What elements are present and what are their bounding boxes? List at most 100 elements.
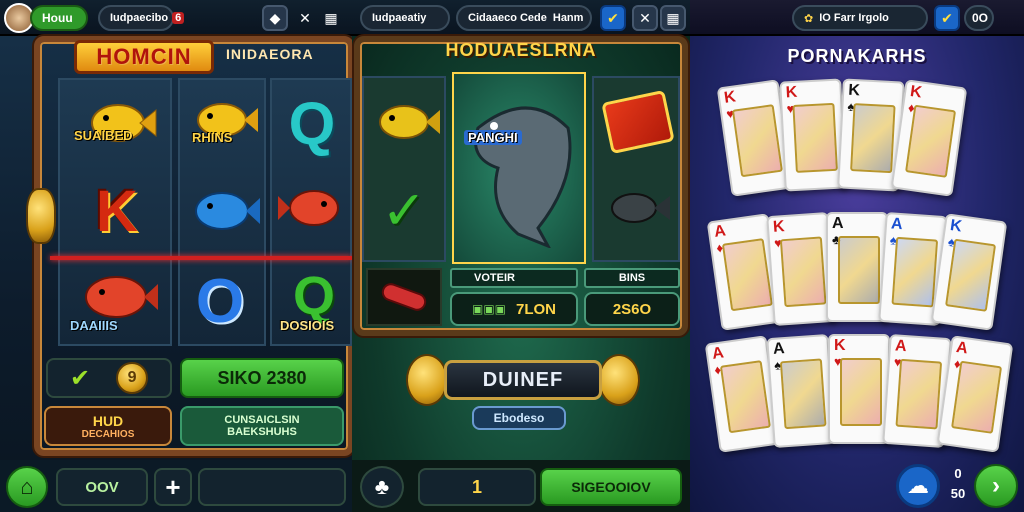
card-rank-text: A bbox=[890, 215, 904, 234]
grid-icon[interactable]: ▦ bbox=[660, 5, 686, 31]
hud-box[interactable]: HUD DECAHIOS bbox=[44, 406, 172, 446]
game-title: HOMCIN bbox=[74, 40, 214, 74]
card-face-art bbox=[895, 359, 943, 430]
close-icon[interactable]: ✕ bbox=[632, 5, 658, 31]
chevron-right-icon[interactable]: › bbox=[974, 464, 1018, 508]
action-button[interactable]: SIGEOOIOV bbox=[540, 468, 682, 506]
payline bbox=[50, 256, 352, 260]
card-rank-text: K bbox=[834, 337, 846, 354]
card-rank-text: K bbox=[772, 218, 786, 237]
q-symbol: Q bbox=[288, 89, 336, 157]
voter-label: VOTEIR bbox=[450, 268, 578, 288]
check-icon[interactable]: ✔ bbox=[934, 5, 960, 31]
card-rank-text: A bbox=[772, 340, 786, 359]
card-rank-text: A bbox=[894, 337, 908, 356]
sub-button[interactable]: Ebodeso bbox=[472, 406, 566, 430]
playing-card[interactable]: A ♠ bbox=[766, 334, 836, 449]
top-bar: ✿ IO Farr Irgolo ✔ 0O bbox=[690, 0, 1024, 36]
cards-panel: ✿ IO Farr Irgolo ✔ 0O PORNAKARHS K ♥ K ♥ K ♠ K… bbox=[690, 0, 1024, 512]
k-symbol: K bbox=[96, 178, 138, 244]
game-subtitle: INIDAEORA bbox=[226, 46, 314, 62]
hud-sub: DECAHIOS bbox=[81, 428, 135, 440]
card-rank-text: K bbox=[723, 88, 737, 107]
info-line1: CUNSAICLSIN bbox=[224, 414, 300, 426]
counter-pill: 0O bbox=[964, 5, 994, 31]
cloud-icon[interactable]: ☁ bbox=[896, 464, 940, 508]
card-rank-text: A bbox=[955, 338, 969, 358]
card-rank-text: K bbox=[909, 82, 923, 102]
big-fish-symbol bbox=[458, 88, 582, 248]
red-bone-symbol bbox=[366, 268, 442, 326]
bottom-field[interactable]: OOV bbox=[56, 468, 148, 506]
playing-card[interactable]: K ♥ bbox=[828, 334, 890, 444]
value-right: 2S6O bbox=[584, 292, 680, 326]
home-icon[interactable]: ⌂ bbox=[6, 466, 48, 508]
gold-fish-symbol bbox=[368, 92, 440, 152]
chip-icon[interactable]: ♣ bbox=[360, 466, 404, 508]
label-pill: ✿ IO Farr Irgolo bbox=[792, 5, 928, 31]
hud-title: HUD bbox=[92, 412, 124, 429]
card-face-art bbox=[891, 237, 939, 308]
label-2-text: Cidaaeco Cede bbox=[468, 12, 547, 24]
count-bottom: 50 bbox=[950, 486, 966, 501]
card-face-art bbox=[779, 358, 827, 430]
grid-icon[interactable]: ▦ bbox=[318, 5, 344, 31]
card-rank-text: K bbox=[847, 81, 861, 100]
top-bar: Houu Iudpaecibo 6 ◆ ✕ ▦ bbox=[0, 0, 352, 36]
card-face-art bbox=[905, 104, 957, 178]
card-face-art bbox=[840, 358, 882, 426]
coin-left-icon bbox=[406, 354, 448, 406]
game-screens: Houu Iudpaecibo 6 ◆ ✕ ▦ HOMCIN INIDAEORA… bbox=[0, 0, 1024, 512]
label-3-text: Hanm bbox=[552, 12, 584, 24]
card-face-art bbox=[719, 359, 771, 434]
chip-icon[interactable]: ◆ bbox=[262, 5, 288, 31]
bet-box[interactable]: ✔ 9 bbox=[46, 358, 172, 398]
coin-right-icon bbox=[598, 354, 640, 406]
spin-button[interactable]: SIKO 2380 bbox=[180, 358, 344, 398]
close-icon[interactable]: ✕ bbox=[292, 5, 318, 31]
player-label[interactable]: Houu bbox=[30, 5, 88, 31]
card-face-art bbox=[721, 237, 773, 312]
card-face-art bbox=[792, 102, 838, 173]
card-rank-text: A bbox=[832, 215, 844, 232]
info-line2: BAEKSHUHS bbox=[227, 426, 297, 438]
blue-fish-symbol bbox=[184, 178, 260, 244]
card-face-art bbox=[850, 102, 896, 173]
bins-label: BINS bbox=[584, 268, 680, 288]
check-symbol: ✓ bbox=[381, 180, 427, 241]
counter-badge: 6 bbox=[172, 12, 185, 24]
puzzle-icon: ✿ bbox=[804, 12, 814, 25]
playing-card[interactable]: K ♥ bbox=[779, 78, 847, 192]
plus-icon[interactable]: + bbox=[154, 468, 192, 506]
info-box[interactable]: CUNSAICLSIN BAEKSHUHS bbox=[180, 406, 344, 446]
check-icon[interactable]: ✔ bbox=[600, 5, 626, 31]
symbol-label: SUAIBED bbox=[74, 128, 133, 143]
fish-label: PANGHI bbox=[464, 130, 522, 145]
label-text: IO Farr Irgolo bbox=[819, 12, 889, 24]
empty-field[interactable] bbox=[198, 468, 346, 506]
card-face-art bbox=[951, 360, 1003, 434]
mini-symbols-icon: ▣▣▣ bbox=[471, 302, 506, 316]
bottom-counter: 1 bbox=[418, 468, 536, 506]
card-face-art bbox=[838, 236, 880, 304]
fish-slot-panel: Houu Iudpaecibo 6 ◆ ✕ ▦ HOMCIN INIDAEORA… bbox=[0, 0, 352, 512]
count-top: 0 bbox=[954, 466, 962, 481]
value-left: ▣▣▣ 7LON bbox=[450, 292, 578, 326]
card-rank-text: K bbox=[949, 216, 963, 236]
red-fish-symbol bbox=[278, 176, 350, 240]
label-pill-2: Cidaaeco Cede Hanm bbox=[456, 5, 592, 31]
main-button[interactable]: DUINEF bbox=[444, 360, 602, 400]
game-title: PORNAKARHS bbox=[787, 46, 927, 66]
card-face-art bbox=[945, 238, 997, 312]
green-symbol: Q bbox=[292, 266, 335, 326]
label-pill-1: Iudpaeatiy bbox=[360, 5, 450, 31]
dark-fish-symbol bbox=[604, 184, 672, 232]
frame-ornament bbox=[26, 188, 56, 244]
card-rank-text: A bbox=[713, 222, 727, 241]
card-face-art bbox=[779, 236, 827, 308]
game-title: HODUAESLRNA bbox=[445, 40, 597, 60]
o-symbol: O bbox=[195, 266, 245, 336]
counter-pill: Iudpaecibo 6 bbox=[98, 5, 185, 31]
big-fish-panel: Iudpaeatiy Cidaaeco Cede Hanm ✔ ✕ ▦ HODU… bbox=[352, 0, 690, 512]
top-bar: Iudpaeatiy Cidaaeco Cede Hanm ✔ ✕ ▦ bbox=[352, 0, 690, 36]
